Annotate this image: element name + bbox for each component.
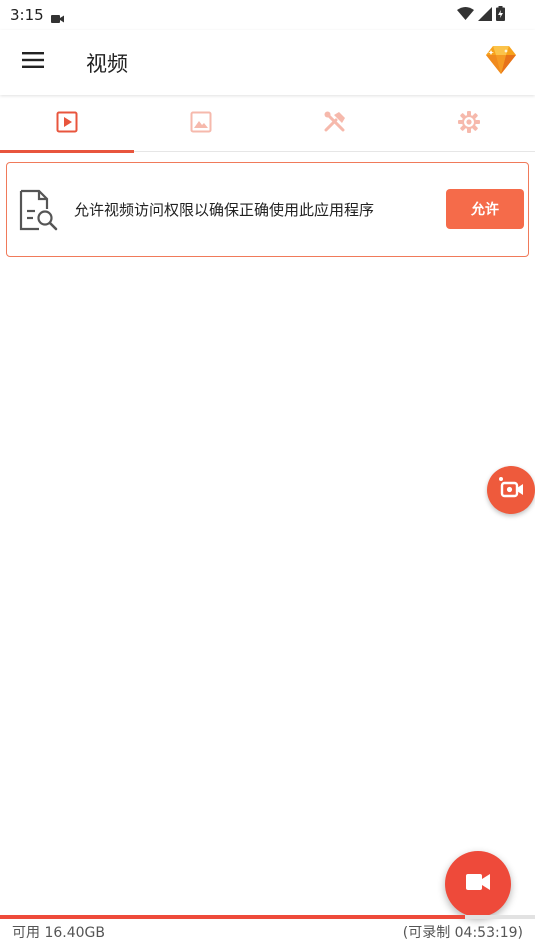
storage-progress-bar bbox=[0, 915, 535, 919]
storage-available: 可用 16.40GB bbox=[12, 925, 105, 941]
page-title: 视频 bbox=[86, 52, 128, 76]
premium-button[interactable] bbox=[483, 44, 519, 80]
tab-bar bbox=[0, 96, 535, 153]
tools-icon bbox=[323, 110, 347, 138]
status-bar: 3:15 bbox=[0, 0, 535, 30]
permission-card: 允许视频访问权限以确保正确使用此应用程序 允许 bbox=[6, 162, 529, 257]
gear-icon bbox=[457, 110, 481, 138]
floating-record-button[interactable] bbox=[487, 466, 535, 514]
document-search-icon bbox=[17, 189, 59, 235]
tab-tools[interactable] bbox=[268, 96, 402, 152]
wifi-icon bbox=[457, 6, 474, 25]
tab-videos[interactable] bbox=[0, 96, 134, 153]
tab-settings[interactable] bbox=[402, 96, 535, 152]
record-fab[interactable] bbox=[445, 851, 511, 917]
app-bar: 视频 bbox=[0, 30, 535, 95]
cellular-signal-icon bbox=[478, 6, 492, 25]
diamond-icon bbox=[485, 45, 517, 79]
tab-images[interactable] bbox=[134, 96, 268, 152]
image-icon bbox=[190, 111, 212, 137]
hamburger-menu-icon bbox=[22, 52, 44, 72]
permission-message: 允许视频访问权限以确保正确使用此应用程序 bbox=[74, 201, 375, 219]
menu-button[interactable] bbox=[14, 44, 52, 80]
play-square-icon bbox=[56, 111, 78, 137]
video-camera-icon bbox=[466, 874, 490, 894]
remaining-record-time: (可录制 04:53:19) bbox=[402, 925, 523, 941]
screen-record-status-icon bbox=[51, 9, 64, 28]
storage-progress-fill bbox=[0, 915, 466, 919]
allow-button[interactable]: 允许 bbox=[446, 189, 524, 229]
camera-record-icon bbox=[497, 476, 525, 504]
battery-icon bbox=[496, 6, 505, 25]
status-time: 3:15 bbox=[10, 6, 44, 24]
